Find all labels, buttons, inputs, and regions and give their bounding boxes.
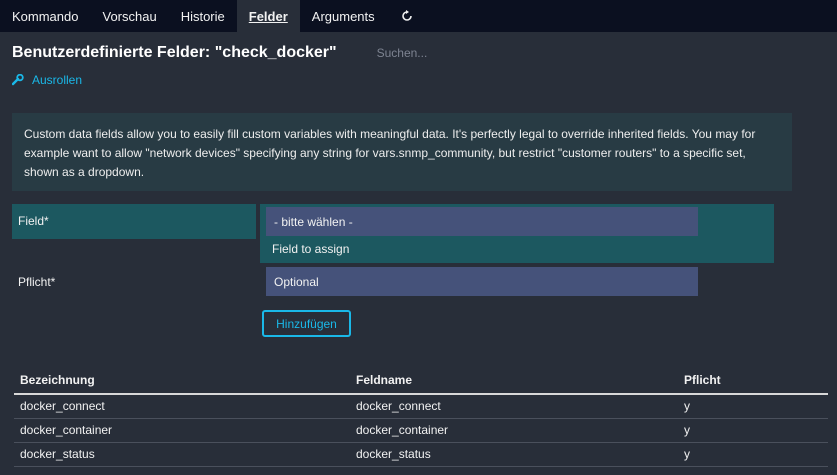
table-header-row: Bezeichnung Feldname Pflicht	[14, 366, 828, 395]
pflicht-label: Pflicht*	[18, 275, 56, 289]
cell-pflicht: y	[678, 442, 828, 467]
cell-bezeichnung[interactable]: docker_connect	[14, 394, 350, 419]
column-header-feldname: Feldname	[350, 366, 678, 395]
field-label: Field*	[12, 204, 256, 239]
search-input[interactable]	[376, 42, 557, 64]
add-button[interactable]: Hinzufügen	[262, 310, 351, 337]
column-header-pflicht: Pflicht	[678, 366, 828, 395]
refresh-icon[interactable]	[387, 0, 427, 32]
tab-arguments[interactable]: Arguments	[300, 0, 387, 32]
table-row[interactable]: docker_container docker_container y	[14, 418, 828, 443]
fields-table: Bezeichnung Feldname Pflicht docker_conn…	[14, 366, 828, 467]
page-title: Benutzerdefinierte Felder: "check_docker…	[12, 44, 337, 61]
page-header: Benutzerdefinierte Felder: "check_docker…	[12, 42, 557, 64]
tab-kommando[interactable]: Kommando	[0, 0, 90, 32]
cell-pflicht: y	[678, 418, 828, 443]
cell-bezeichnung[interactable]: docker_status	[14, 442, 350, 467]
field-selector-area: - bitte wählen - Field to assign	[260, 204, 774, 263]
column-header-bezeichnung: Bezeichnung	[14, 366, 350, 395]
wrench-icon	[12, 74, 24, 86]
cell-bezeichnung[interactable]: docker_container	[14, 418, 350, 443]
cell-feldname: docker_connect	[350, 394, 678, 419]
field-select[interactable]: - bitte wählen -	[266, 207, 698, 236]
info-box: Custom data fields allow you to easily f…	[12, 113, 792, 191]
field-hint: Field to assign	[272, 242, 350, 256]
tab-vorschau[interactable]: Vorschau	[90, 0, 168, 32]
table-row[interactable]: docker_connect docker_connect y	[14, 394, 828, 419]
cell-pflicht: y	[678, 394, 828, 419]
tab-felder[interactable]: Felder	[236, 0, 300, 32]
table-row[interactable]: docker_status docker_status y	[14, 442, 828, 467]
pflicht-select[interactable]: Optional	[266, 267, 698, 296]
expand-link[interactable]: Ausrollen	[12, 73, 82, 87]
expand-label: Ausrollen	[32, 73, 83, 87]
tab-bar: Kommando Vorschau Historie Felder Argume…	[0, 0, 837, 32]
cell-feldname: docker_container	[350, 418, 678, 443]
cell-feldname: docker_status	[350, 442, 678, 467]
tab-historie[interactable]: Historie	[169, 0, 237, 32]
